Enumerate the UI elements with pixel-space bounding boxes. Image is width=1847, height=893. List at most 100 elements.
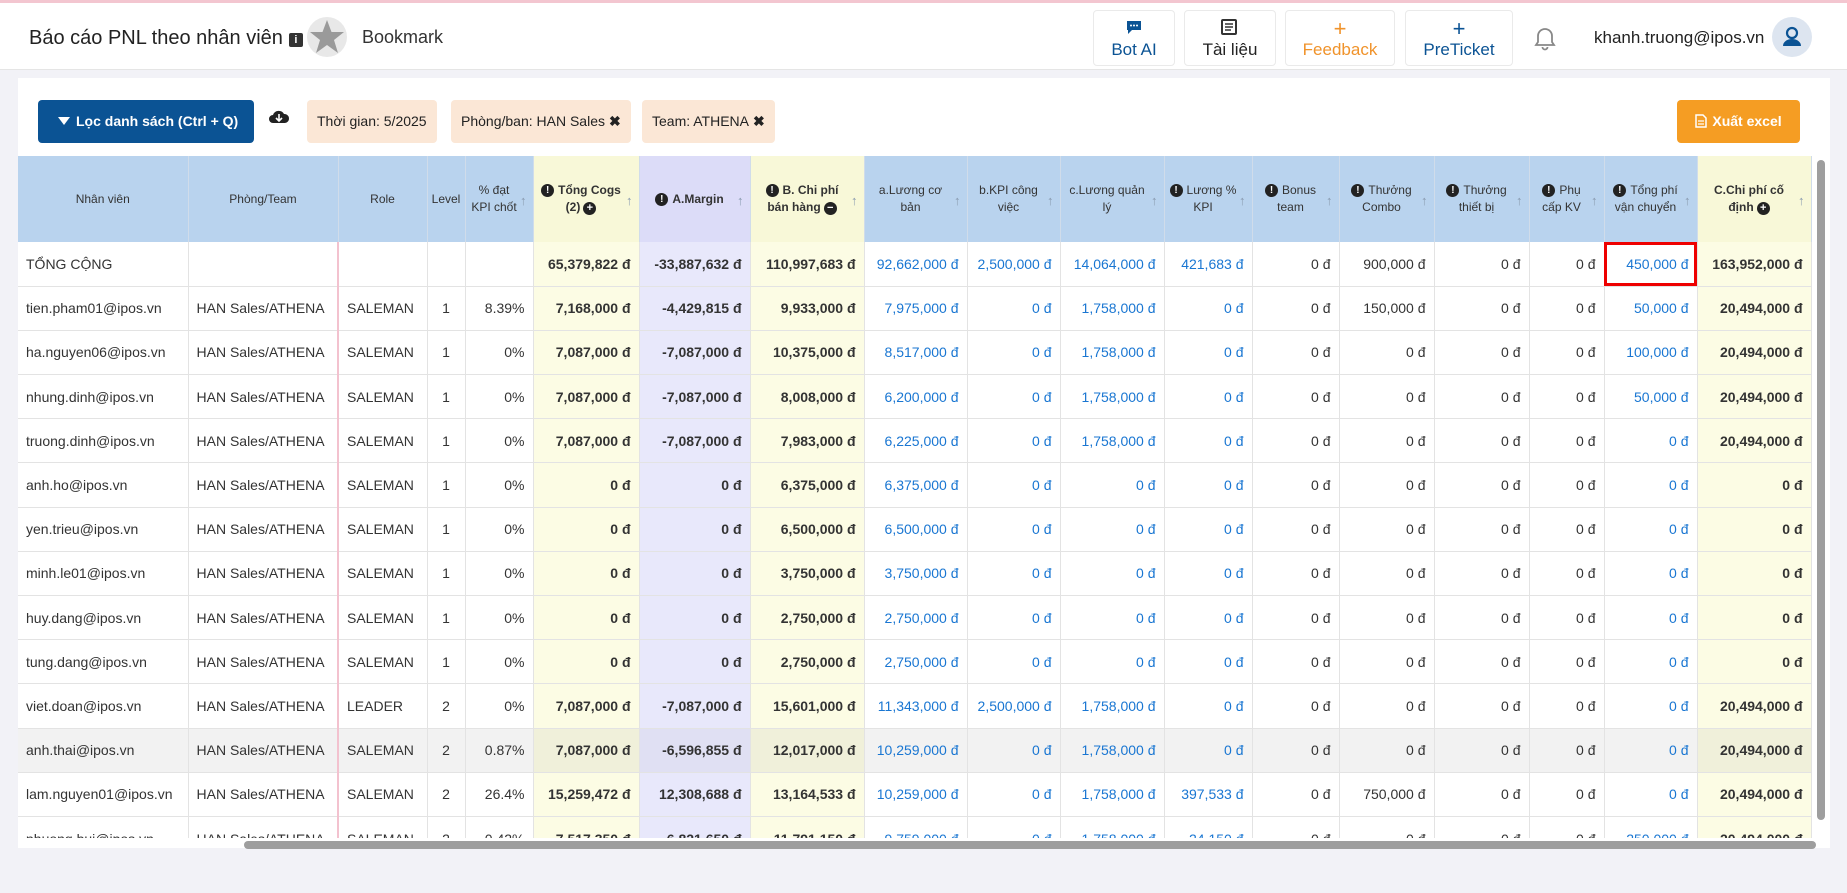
warning-icon[interactable]: ! (1613, 184, 1627, 197)
expand-plus-icon[interactable]: + (583, 202, 597, 215)
sort-arrow-icon[interactable]: ↑ (1591, 192, 1598, 209)
col-header-thuong-thiet-bi[interactable]: ! Thưởng thiết bị ↑ (1434, 156, 1530, 242)
kpi-cong-viec-value[interactable]: 0 đ (967, 462, 1061, 508)
sort-arrow-icon[interactable]: ↑ (626, 192, 633, 209)
col-header-kpi[interactable]: % đạt KPI chốt ↑ (465, 156, 534, 242)
luong-co-ban-value[interactable]: 3,750,000 đ (864, 551, 968, 597)
luong-kpi-value[interactable]: 0 đ (1164, 330, 1253, 376)
phi-van-chuyen-value[interactable]: 0 đ (1604, 683, 1698, 729)
total-kpi-cong-viec[interactable]: 2,500,000 đ (967, 242, 1061, 287)
table-row[interactable]: tung.dang@ipos.vn HAN Sales/ATHENA SALEMAN… (18, 639, 1812, 685)
kpi-cong-viec-value[interactable]: 2,500,000 đ (967, 683, 1061, 729)
phi-van-chuyen-value[interactable]: 0 đ (1604, 595, 1698, 641)
col-header-bonus-team[interactable]: ! Bonus team ↑ (1252, 156, 1340, 242)
warning-icon[interactable]: ! (655, 192, 669, 206)
sort-arrow-icon[interactable]: ↑ (737, 192, 744, 209)
collapse-minus-icon[interactable]: − (823, 202, 837, 215)
table-row[interactable]: tien.pham01@ipos.vn HAN Sales/ATHENA SALEM… (18, 286, 1812, 331)
luong-quan-ly-value[interactable]: 1,758,000 đ (1060, 683, 1165, 729)
sort-arrow-icon[interactable]: ↑ (1421, 192, 1428, 209)
sort-arrow-icon[interactable]: ↑ (1047, 192, 1054, 209)
chip-team[interactable]: Team: ATHENA ✖ (642, 100, 775, 143)
close-icon[interactable]: ✖ (609, 113, 621, 129)
col-header-phi-van-chuyen[interactable]: ! Tổng phí vận chuyển ↑ (1604, 156, 1698, 242)
luong-kpi-value[interactable]: 0 đ (1164, 286, 1253, 331)
sort-arrow-icon[interactable]: ↑ (1239, 192, 1246, 209)
phi-van-chuyen-value[interactable]: 0 đ (1604, 551, 1698, 597)
bookmark-star-icon[interactable] (306, 16, 348, 58)
luong-quan-ly-value[interactable]: 0 đ (1060, 507, 1165, 552)
luong-co-ban-value[interactable]: 6,225,000 đ (864, 418, 968, 464)
close-icon[interactable]: ✖ (753, 113, 765, 129)
sort-arrow-icon[interactable]: ↑ (1151, 192, 1158, 209)
col-header-phu-cap-kv[interactable]: ! Phụ cấp KV ↑ (1529, 156, 1605, 242)
vertical-scrollbar[interactable] (1817, 160, 1825, 820)
total-luong-quan-ly[interactable]: 14,064,000 đ (1060, 242, 1165, 287)
table-row[interactable]: phuong.bui@ipos.vnHAN Sales/ATHENASALEMA… (18, 816, 1812, 838)
total-phi-van-chuyen[interactable]: 450,000 đ (1604, 242, 1698, 287)
bell-icon[interactable] (1532, 26, 1558, 52)
filter-list-button[interactable]: Lọc danh sách (Ctrl + Q) (38, 100, 254, 143)
preticket-button[interactable]: + PreTicket (1405, 10, 1513, 66)
phi-van-chuyen-value[interactable]: 100,000 đ (1604, 330, 1698, 376)
info-icon[interactable]: i (288, 33, 303, 47)
luong-quan-ly-value[interactable]: 0 đ (1060, 639, 1165, 685)
luong-co-ban-value[interactable]: 11,343,000 đ (864, 683, 968, 729)
sort-arrow-icon[interactable]: ↑ (954, 192, 961, 209)
phi-van-chuyen-value[interactable]: 0 đ (1604, 418, 1698, 464)
col-header-phong-team[interactable]: Phòng/Team (188, 156, 339, 242)
pnl-table-container[interactable]: Nhân viên Phòng/Team Role Level % đạt KP… (18, 156, 1814, 838)
luong-co-ban-value[interactable]: 6,500,000 đ (864, 507, 968, 552)
table-row[interactable]: yen.trieu@ipos.vn HAN Sales/ATHENA SALEMAN… (18, 507, 1812, 552)
luong-kpi-value[interactable]: 397,533 đ (1164, 772, 1253, 817)
table-row[interactable]: minh.le01@ipos.vn HAN Sales/ATHENA SALEMAN… (18, 551, 1812, 597)
tai-lieu-button[interactable]: Tài liệu (1184, 10, 1276, 66)
chip-time[interactable]: Thời gian: 5/2025 (307, 100, 437, 143)
luong-quan-ly-value[interactable]: 0 đ (1060, 462, 1165, 508)
table-row[interactable]: anh.ho@ipos.vn HAN Sales/ATHENA SALEMAN 1 0%… (18, 462, 1812, 508)
kpi-cong-viec-value[interactable]: 0 đ (967, 286, 1061, 331)
horizontal-scrollbar[interactable] (244, 841, 1816, 849)
total-luong-kpi[interactable]: 421,683 đ (1164, 242, 1253, 287)
luong-quan-ly-value[interactable]: 1,758,000 đ (1060, 772, 1165, 817)
luong-kpi-value[interactable]: 0 đ (1164, 374, 1253, 420)
kpi-cong-viec-value[interactable]: 0 đ (967, 639, 1061, 685)
col-header-luong-kpi[interactable]: ! Lương % KPI ↑ (1164, 156, 1253, 242)
warning-icon[interactable]: ! (765, 184, 779, 197)
luong-co-ban-value[interactable]: 8,517,000 đ (864, 330, 968, 376)
phi-van-chuyen-value[interactable]: 0 đ (1604, 462, 1698, 508)
luong-quan-ly-value[interactable]: 1,758,000 đ (1060, 286, 1165, 331)
luong-co-ban-value[interactable]: 7,975,000 đ (864, 286, 968, 331)
table-row[interactable]: lam.nguyen01@ipos.vn HAN Sales/ATHENA SALE… (18, 772, 1812, 817)
luong-kpi-value[interactable]: 24,150 đ (1164, 816, 1253, 838)
chip-department[interactable]: Phòng/ban: HAN Sales ✖ (451, 100, 631, 143)
col-header-chi-phi-ban-hang[interactable]: ! B. Chi phí bán hàng − ↑ (750, 156, 865, 242)
luong-quan-ly-value[interactable]: 1,758,000 đ (1060, 816, 1165, 838)
col-header-luong-co-ban[interactable]: a.Lương cơ bản ↑ (864, 156, 968, 242)
kpi-cong-viec-value[interactable]: 0 đ (967, 816, 1061, 838)
luong-kpi-value[interactable]: 0 đ (1164, 595, 1253, 641)
phi-van-chuyen-value[interactable]: 50,000 đ (1604, 286, 1698, 331)
luong-kpi-value[interactable]: 0 đ (1164, 728, 1253, 773)
avatar[interactable] (1772, 17, 1812, 57)
kpi-cong-viec-value[interactable]: 0 đ (967, 772, 1061, 817)
sort-arrow-icon[interactable]: ↑ (520, 192, 527, 209)
warning-icon[interactable]: ! (1351, 184, 1365, 197)
table-row[interactable]: viet.doan@ipos.vn HAN Sales/ATHENA LEADER 2… (18, 683, 1812, 729)
phi-van-chuyen-value[interactable]: 0 đ (1604, 639, 1698, 685)
luong-quan-ly-value[interactable]: 0 đ (1060, 551, 1165, 597)
luong-quan-ly-value[interactable]: 1,758,000 đ (1060, 728, 1165, 773)
col-header-luong-quan-ly[interactable]: c.Lương quản lý ↑ (1060, 156, 1165, 242)
luong-kpi-value[interactable]: 0 đ (1164, 418, 1253, 464)
sort-arrow-icon[interactable]: ↑ (851, 192, 858, 209)
luong-quan-ly-value[interactable]: 1,758,000 đ (1060, 330, 1165, 376)
luong-kpi-value[interactable]: 0 đ (1164, 683, 1253, 729)
kpi-cong-viec-value[interactable]: 0 đ (967, 374, 1061, 420)
luong-co-ban-value[interactable]: 10,259,000 đ (864, 728, 968, 773)
feedback-button[interactable]: + Feedback (1285, 10, 1395, 66)
sort-arrow-icon[interactable]: ↑ (1516, 192, 1523, 209)
col-header-thuong-combo[interactable]: ! Thưởng Combo ↑ (1339, 156, 1435, 242)
col-header-cogs[interactable]: ! Tổng Cogs (2) + ↑ (533, 156, 640, 242)
phi-van-chuyen-value[interactable]: 0 đ (1604, 507, 1698, 552)
table-row[interactable]: nhung.dinh@ipos.vn HAN Sales/ATHENA SALEMA… (18, 374, 1812, 420)
